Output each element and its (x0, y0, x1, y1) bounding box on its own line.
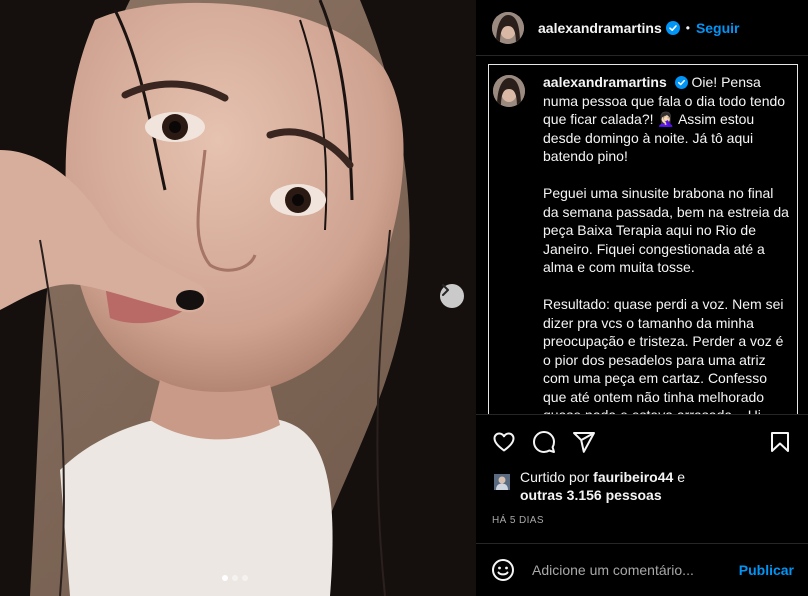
likes-count-link[interactable]: outras 3.156 pessoas (520, 487, 662, 503)
caption-text: aalexandramartins Oie! Pensa numa pessoa… (543, 73, 789, 414)
heart-icon (493, 432, 515, 451)
bookmark-icon (771, 431, 789, 452)
post-timestamp[interactable]: HÁ 5 DIAS (492, 515, 544, 526)
post-sidebar: aalexandramartins • Seguir aalexandramar… (476, 0, 808, 596)
comment-button[interactable] (530, 428, 558, 456)
emoji-button[interactable] (490, 557, 516, 583)
avatar-image (492, 11, 524, 44)
action-bar (476, 414, 808, 468)
publish-button[interactable]: Publicar (739, 562, 794, 578)
post-photo (0, 0, 476, 596)
comment-input[interactable] (532, 562, 731, 578)
avatar-image (494, 474, 510, 490)
follow-button[interactable]: Seguir (696, 20, 740, 36)
likes-connector: e (677, 469, 685, 485)
avatar-image (493, 75, 525, 107)
likes-summary: Curtido por fauribeiro44 e outras 3.156 … (492, 468, 792, 504)
post-media[interactable] (0, 0, 476, 596)
carousel-dot (242, 575, 248, 581)
like-button[interactable] (490, 428, 518, 456)
verified-badge-icon (665, 20, 680, 35)
share-button[interactable] (570, 428, 598, 456)
caption-avatar[interactable] (493, 75, 525, 107)
likes-prefix: Curtido por (520, 469, 590, 485)
save-button[interactable] (766, 428, 794, 456)
caption-scroll-area[interactable]: aalexandramartins Oie! Pensa numa pessoa… (488, 64, 798, 414)
emoji-icon (492, 559, 514, 581)
author-username[interactable]: aalexandramartins (538, 20, 662, 36)
carousel-dot (222, 575, 228, 581)
comment-bar: Publicar (476, 543, 808, 596)
verified-badge-icon (674, 76, 688, 89)
caption-paragraph: Resultado: quase perdi a voz. Nem sei di… (543, 296, 784, 414)
next-chevron-icon (442, 284, 449, 296)
caption-username[interactable]: aalexandramartins (543, 74, 667, 90)
caption: aalexandramartins Oie! Pensa numa pessoa… (493, 73, 789, 414)
caption-paragraph: Peguei uma sinusite brabona no final da … (543, 185, 789, 275)
next-slide-button[interactable] (440, 284, 464, 308)
share-icon (573, 431, 595, 453)
header-separator: • (685, 20, 690, 35)
comment-icon (533, 430, 555, 453)
liker-avatar[interactable] (492, 472, 512, 492)
author-avatar[interactable] (492, 11, 524, 44)
carousel-indicator (222, 575, 248, 581)
post-header: aalexandramartins • Seguir (476, 0, 808, 56)
liker-username[interactable]: fauribeiro44 (593, 469, 673, 485)
carousel-dot (232, 575, 238, 581)
